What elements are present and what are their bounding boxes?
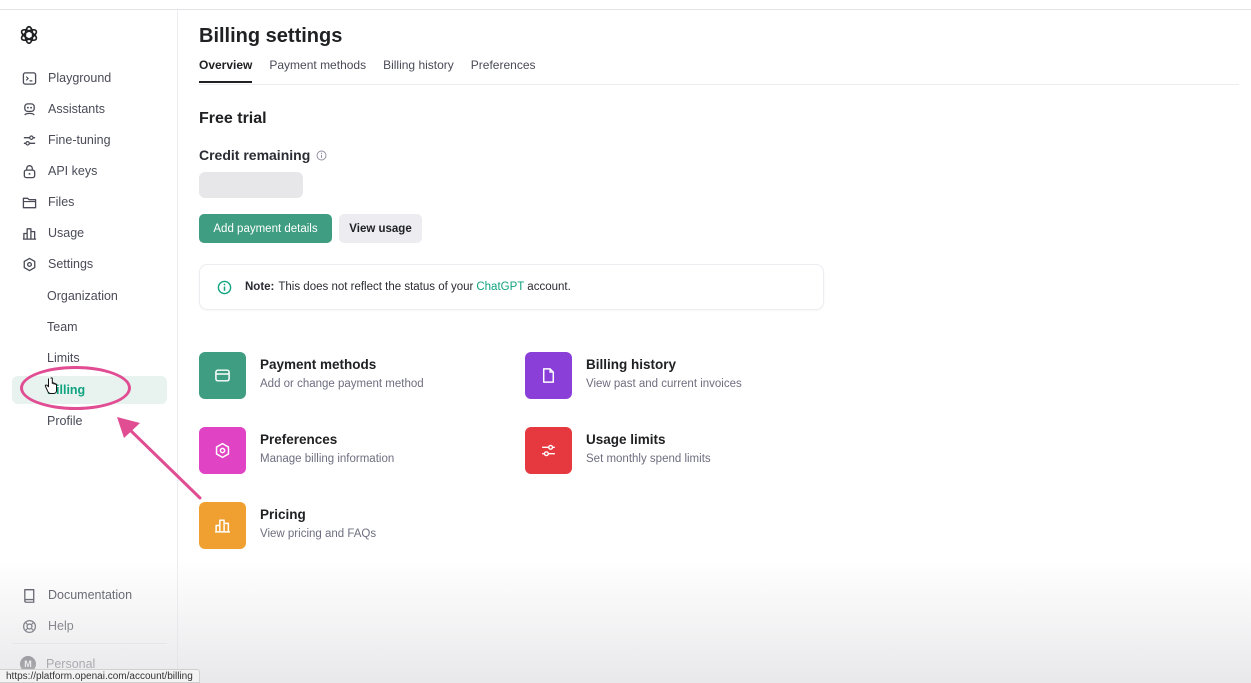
openai-logo-icon[interactable] [18,24,40,46]
tab-payment-methods[interactable]: Payment methods [269,58,366,83]
card-title: Billing history [586,357,677,372]
tab-preferences[interactable]: Preferences [471,58,536,83]
sidebar-item-profile[interactable]: Profile [12,407,167,435]
tab-billing-history[interactable]: Billing history [383,58,454,83]
card-billing-history[interactable]: Billing history View past and current in… [525,352,742,399]
card-tile [199,502,246,549]
sidebar-item-team[interactable]: Team [12,313,167,341]
credit-value [199,172,303,198]
sidebar-item-limits[interactable]: Limits [12,344,167,372]
sidebar-item-label: Usage [48,226,85,240]
sliders-icon [542,444,555,457]
card-title: Preferences [260,432,338,447]
credit-remaining-label: Credit remaining [199,147,327,163]
sidebar-item-fine-tuning[interactable]: Fine-tuning [12,126,167,154]
sidebar: Playground Assistants Fine-tuning API ke… [0,10,178,683]
robot-icon [20,100,38,118]
sidebar-item-help[interactable]: Help [12,612,167,640]
sidebar-item-label: Billing [47,383,86,397]
sidebar-item-label: Settings [48,257,94,271]
sidebar-item-label: Files [48,195,75,209]
tab-divider [199,84,1239,85]
folder-icon [20,193,38,211]
card-tile [525,352,572,399]
main-content: Billing settings Overview Payment method… [178,10,1251,683]
card-tile [525,427,572,474]
sidebar-item-settings[interactable]: Settings [12,250,167,278]
sliders-icon [20,131,38,149]
card-title: Usage limits [586,432,666,447]
page-title: Billing settings [199,25,343,47]
lifebuoy-icon [20,617,38,635]
chatgpt-link[interactable]: ChatGPT [476,281,524,293]
card-usage-limits[interactable]: Usage limits Set monthly spend limits [525,427,711,474]
info-icon [217,280,232,295]
card-title: Payment methods [260,357,377,372]
document-icon [542,368,555,383]
sidebar-divider [12,643,167,644]
add-payment-details-button[interactable]: Add payment details [199,214,332,243]
sidebar-item-label: Playground [48,71,112,85]
section-title: Free trial [199,110,267,127]
gear-icon [215,442,230,459]
credit-card-icon [215,369,230,382]
status-bar-url: https://platform.openai.com/account/bill… [0,669,200,683]
sidebar-item-playground[interactable]: Playground [12,64,167,92]
card-description: Manage billing information [260,453,395,465]
sidebar-item-label: Assistants [48,102,105,116]
card-title: Pricing [260,507,306,522]
bar-chart-icon [215,519,230,533]
sidebar-item-files[interactable]: Files [12,188,167,216]
sidebar-item-usage[interactable]: Usage [12,219,167,247]
sidebar-item-api-keys[interactable]: API keys [12,157,167,185]
note-text: This does not reflect the status of your [278,281,474,293]
sidebar-item-organization[interactable]: Organization [12,282,167,310]
sidebar-item-label: Team [47,320,78,334]
credit-label-text: Credit remaining [199,147,311,163]
view-usage-button[interactable]: View usage [339,214,422,243]
sidebar-item-label: Help [48,619,74,633]
card-description: View pricing and FAQs [260,528,377,540]
card-tile [199,352,246,399]
terminal-icon [20,69,38,87]
card-payment-methods[interactable]: Payment methods Add or change payment me… [199,352,424,399]
sidebar-item-assistants[interactable]: Assistants [12,95,167,123]
note-banner: Note: This does not reflect the status o… [199,264,824,310]
sidebar-item-label: API keys [48,164,98,178]
card-description: Add or change payment method [260,378,424,390]
note-prefix: Note: [245,281,275,293]
sidebar-item-label: Limits [47,351,80,365]
bar-chart-icon [20,224,38,242]
sidebar-item-billing[interactable]: Billing [12,376,167,404]
note-text-end: account. [527,281,571,293]
book-icon [20,586,38,604]
sidebar-item-documentation[interactable]: Documentation [12,581,167,609]
card-tile [199,427,246,474]
info-icon[interactable] [316,150,327,161]
sidebar-item-label: Organization [47,289,118,303]
tab-overview[interactable]: Overview [199,58,253,83]
lock-icon [20,162,38,180]
card-description: View past and current invoices [586,378,742,390]
card-preferences[interactable]: Preferences Manage billing information [199,427,394,474]
sidebar-item-label: Fine-tuning [48,133,111,147]
gear-icon [20,255,38,273]
card-pricing[interactable]: Pricing View pricing and FAQs [199,502,376,549]
sidebar-item-label: Profile [47,414,83,428]
card-description: Set monthly spend limits [586,453,711,465]
tab-bar: Overview Payment methods Billing history… [199,58,536,83]
sidebar-item-label: Documentation [48,588,133,602]
